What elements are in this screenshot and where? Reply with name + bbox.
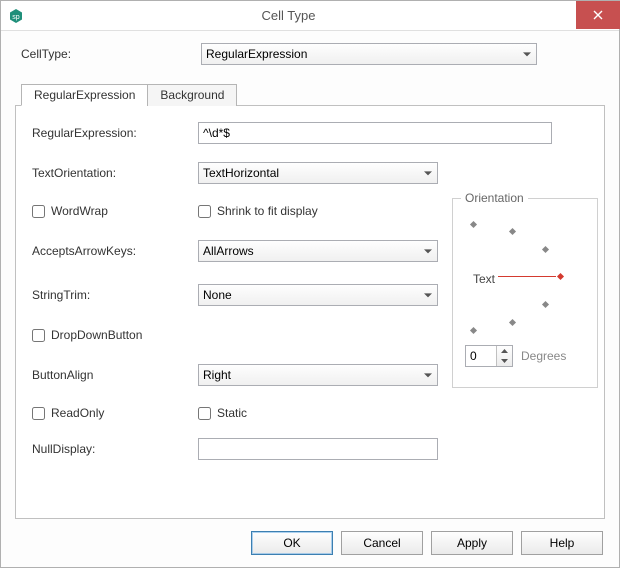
dial-dot[interactable] [509,228,516,235]
spinner-arrows[interactable] [496,346,512,366]
dialog-button-row: OK Cancel Apply Help [15,519,605,557]
textorientation-label: TextOrientation: [32,166,198,180]
stringtrim-label: StringTrim: [32,288,198,302]
celltype-row: CellType: RegularExpression [15,43,605,65]
nulldisplay-label: NullDisplay: [32,442,198,456]
dial-dot[interactable] [470,327,477,334]
static-label: Static [217,406,247,420]
client-area: CellType: RegularExpression RegularExpre… [1,31,619,567]
degrees-input[interactable] [466,346,496,366]
orientation-legend: Orientation [461,191,528,205]
celltype-select-wrapper: RegularExpression [201,43,537,65]
orientation-dial[interactable]: Text [465,217,585,337]
wordwrap-checkbox-row[interactable]: WordWrap [32,204,198,218]
orientation-indicator-line [498,276,556,277]
svg-text:sp: sp [12,14,20,21]
titlebar: sp Cell Type [1,1,619,31]
shrink-checkbox[interactable] [198,205,211,218]
buttonalign-label: ButtonAlign [32,368,198,382]
dial-dot[interactable] [542,301,549,308]
dropdown-checkbox[interactable] [32,329,45,342]
cancel-button[interactable]: Cancel [341,531,423,555]
orientation-text-label: Text [473,272,495,286]
tabpanel: RegularExpression: TextOrientation: Text… [15,105,605,519]
dialog-window: sp Cell Type CellType: RegularExpression… [0,0,620,568]
acceptsarrow-select[interactable]: AllArrows [198,240,438,262]
orientation-group: Orientation Text [452,198,598,388]
wordwrap-label: WordWrap [51,204,108,218]
nulldisplay-input[interactable] [198,438,438,460]
form-grid: RegularExpression: TextOrientation: Text… [32,122,588,460]
degrees-spinner[interactable] [465,345,513,367]
static-checkbox[interactable] [198,407,211,420]
window-title: Cell Type [31,8,576,23]
dropdown-checkbox-row[interactable]: DropDownButton [32,328,198,342]
help-button[interactable]: Help [521,531,603,555]
celltype-label: CellType: [21,47,201,61]
dial-dot-active[interactable] [557,273,564,280]
acceptsarrow-label: AcceptsArrowKeys: [32,244,198,258]
degrees-label: Degrees [521,349,566,363]
degrees-row: Degrees [465,345,587,367]
buttonalign-select[interactable]: Right [198,364,438,386]
app-icon: sp [7,7,25,25]
stringtrim-select[interactable]: None [198,284,438,306]
dial-dot[interactable] [542,246,549,253]
static-checkbox-row[interactable]: Static [198,406,438,420]
apply-button[interactable]: Apply [431,531,513,555]
ok-button[interactable]: OK [251,531,333,555]
celltype-select[interactable]: RegularExpression [201,43,537,65]
shrink-label: Shrink to fit display [217,204,318,218]
shrink-checkbox-row[interactable]: Shrink to fit display [198,204,438,218]
close-button[interactable] [576,1,620,29]
spin-down-icon[interactable] [497,356,512,366]
regex-label: RegularExpression: [32,126,198,140]
dial-dot[interactable] [509,319,516,326]
regex-input[interactable] [198,122,552,144]
textorientation-select[interactable]: TextHorizontal [198,162,438,184]
wordwrap-checkbox[interactable] [32,205,45,218]
tab-background[interactable]: Background [147,84,237,106]
dropdown-label: DropDownButton [51,328,142,342]
tab-regularexpression[interactable]: RegularExpression [21,84,148,106]
readonly-label: ReadOnly [51,406,104,420]
spin-up-icon[interactable] [497,346,512,356]
readonly-checkbox[interactable] [32,407,45,420]
tabstrip: RegularExpression Background [15,83,605,105]
readonly-checkbox-row[interactable]: ReadOnly [32,406,198,420]
dial-dot[interactable] [470,221,477,228]
